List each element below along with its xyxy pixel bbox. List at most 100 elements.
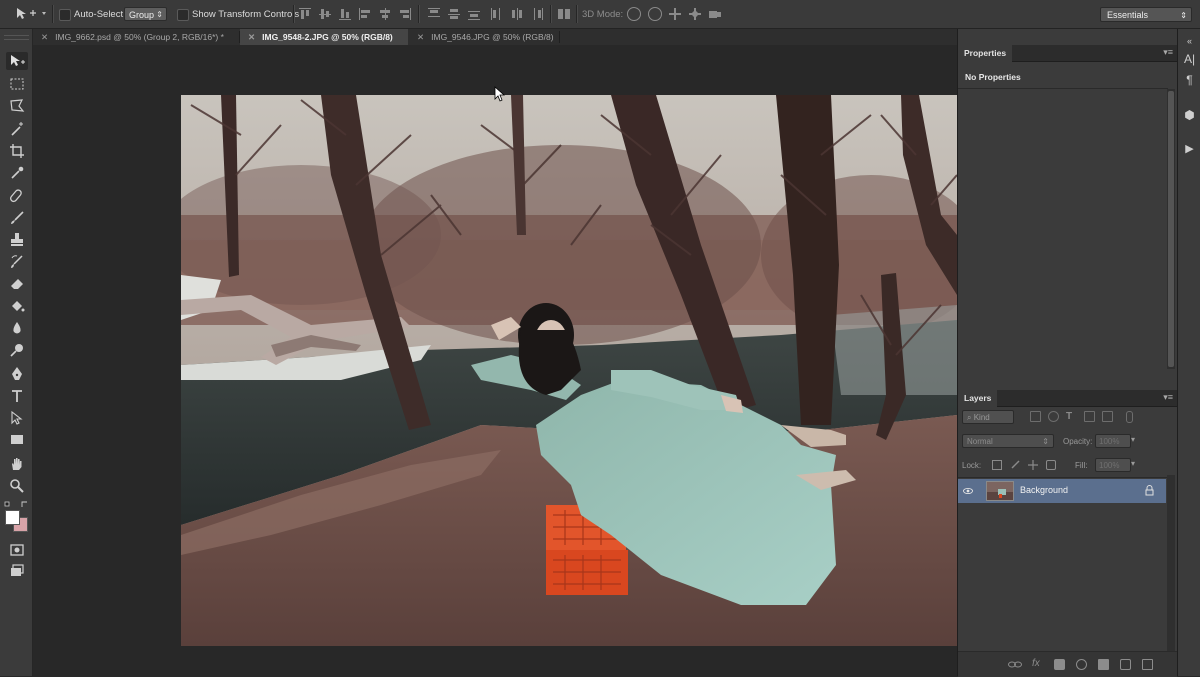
lock-position-icon[interactable] xyxy=(1028,460,1038,470)
hand-tool[interactable] xyxy=(6,455,28,473)
opacity-field[interactable]: 100% xyxy=(1095,434,1131,448)
panel-menu-icon[interactable]: ▾≡ xyxy=(1163,392,1173,403)
align-right-edges-icon[interactable] xyxy=(398,7,412,21)
add-layer-mask-icon[interactable] xyxy=(1054,659,1065,670)
filter-toggle-icon[interactable] xyxy=(1126,411,1133,423)
new-group-folder-icon[interactable] xyxy=(1098,659,1109,670)
eyedropper-tool[interactable] xyxy=(6,164,28,182)
pen-tool[interactable] xyxy=(6,365,28,383)
quick-mask-toggle[interactable] xyxy=(6,541,28,559)
close-tab-icon[interactable]: ✕ xyxy=(248,29,255,45)
opacity-arrow-icon[interactable]: ▾ xyxy=(1131,435,1135,444)
properties-scrollbar[interactable] xyxy=(1167,89,1175,369)
fill-field[interactable]: 100% xyxy=(1095,458,1131,472)
close-tab-icon[interactable]: ✕ xyxy=(41,29,48,45)
link-layers-icon[interactable] xyxy=(1008,659,1022,670)
workspace-value: Essentials xyxy=(1107,10,1149,20)
blend-mode-dropdown[interactable]: Normal ⇕ xyxy=(962,434,1054,448)
layers-tab[interactable]: Layers xyxy=(958,390,998,407)
eye-visibility-icon[interactable] xyxy=(963,486,973,496)
3d-panel-icon[interactable]: ⬢ xyxy=(1183,109,1196,122)
distribute-right-edges-icon[interactable] xyxy=(530,7,544,21)
character-panel-icon[interactable]: A| xyxy=(1183,53,1196,66)
document-image[interactable] xyxy=(181,95,957,646)
3d-pan-icon[interactable] xyxy=(668,7,682,21)
eraser-tool[interactable] xyxy=(6,275,28,293)
3d-slide-icon[interactable] xyxy=(688,7,702,21)
layer-kind-filter[interactable]: ⌕ Kind xyxy=(962,410,1014,424)
tool-preset-picker[interactable] xyxy=(14,5,48,23)
auto-select-checkbox[interactable] xyxy=(59,9,71,21)
distribute-horizontal-centers-icon[interactable] xyxy=(510,7,524,21)
lock-all-icon[interactable] xyxy=(1046,460,1056,470)
3d-rotate-icon[interactable] xyxy=(627,7,641,21)
fill-arrow-icon[interactable]: ▾ xyxy=(1131,459,1135,468)
color-swatches[interactable] xyxy=(4,501,30,535)
foreground-color-swatch[interactable] xyxy=(5,510,20,525)
healing-brush-tool[interactable] xyxy=(6,187,28,205)
scrollbar-thumb[interactable] xyxy=(1168,91,1174,367)
lasso-tool[interactable] xyxy=(6,97,28,115)
brush-tool[interactable] xyxy=(6,209,28,227)
lock-image-pixels-icon[interactable] xyxy=(1010,460,1020,470)
default-and-swap-colors-icon[interactable] xyxy=(4,501,30,509)
collapse-arrows-icon[interactable]: « xyxy=(1183,35,1196,48)
document-tab[interactable]: ✕ IMG_9546.JPG @ 50% (RGB/8) xyxy=(409,29,559,45)
panel-menu-icon[interactable]: ▾≡ xyxy=(1163,47,1173,58)
layers-scrollbar[interactable] xyxy=(1167,475,1175,651)
layers-footer: fx xyxy=(958,651,1177,677)
workspace-switcher[interactable]: Essentials ⇕ xyxy=(1100,7,1192,22)
align-bottom-edges-icon[interactable] xyxy=(338,7,352,21)
paragraph-panel-icon[interactable]: ¶ xyxy=(1183,74,1196,87)
zoom-tool[interactable] xyxy=(6,477,28,495)
type-layer-filter-icon[interactable]: T xyxy=(1066,411,1077,422)
document-canvas-area[interactable] xyxy=(33,45,957,676)
play-actions-icon[interactable]: ▶ xyxy=(1183,143,1196,156)
distribute-vertical-centers-icon[interactable] xyxy=(447,7,461,21)
auto-select-dropdown[interactable]: Group ⇕ xyxy=(124,7,167,21)
layer-row-background[interactable]: Background xyxy=(958,479,1166,503)
align-horizontal-centers-icon[interactable] xyxy=(378,7,392,21)
marquee-tool[interactable] xyxy=(6,75,28,93)
screen-mode-toggle[interactable] xyxy=(6,562,28,580)
distribute-bottom-edges-icon[interactable] xyxy=(467,7,481,21)
layer-name[interactable]: Background xyxy=(1020,485,1068,495)
pixel-layer-filter-icon[interactable] xyxy=(1030,411,1041,422)
eraser-icon xyxy=(11,279,23,289)
layer-thumbnail[interactable] xyxy=(986,481,1014,501)
adjustment-layer-filter-icon[interactable] xyxy=(1048,411,1059,422)
smart-object-filter-icon[interactable] xyxy=(1102,411,1113,422)
document-tab-active[interactable]: ✕ IMG_9548-2.JPG @ 50% (RGB/8) xyxy=(240,29,408,45)
type-tool[interactable] xyxy=(6,387,28,405)
align-top-edges-icon[interactable] xyxy=(298,7,312,21)
layers-list: Background xyxy=(958,477,1168,648)
shape-layer-filter-icon[interactable] xyxy=(1084,411,1095,422)
paint-bucket-tool[interactable] xyxy=(6,297,28,315)
new-adjustment-layer-icon[interactable] xyxy=(1076,659,1087,670)
auto-align-layers-icon[interactable] xyxy=(557,7,571,21)
magic-wand-tool[interactable] xyxy=(6,120,28,138)
path-selection-tool[interactable] xyxy=(6,409,28,427)
blur-tool[interactable] xyxy=(6,319,28,337)
distribute-top-edges-icon[interactable] xyxy=(427,7,441,21)
show-transform-checkbox[interactable] xyxy=(177,9,189,21)
align-vertical-centers-icon[interactable] xyxy=(318,7,332,21)
close-tab-icon[interactable]: ✕ xyxy=(417,29,424,45)
document-tab[interactable]: ✕ IMG_9662.psd @ 50% (Group 2, RGB/16*) * xyxy=(33,29,239,45)
rectangle-tool[interactable] xyxy=(6,431,28,449)
panel-grip[interactable] xyxy=(4,35,29,40)
move-tool[interactable] xyxy=(6,52,28,70)
properties-tab[interactable]: Properties xyxy=(958,45,1013,62)
clone-stamp-tool[interactable] xyxy=(6,231,28,249)
new-layer-icon[interactable] xyxy=(1120,659,1131,670)
delete-layer-trash-icon[interactable] xyxy=(1142,659,1153,670)
lock-transparent-pixels-icon[interactable] xyxy=(992,460,1002,470)
3d-roll-icon[interactable] xyxy=(648,7,662,21)
dodge-tool[interactable] xyxy=(6,341,28,359)
history-brush-tool[interactable] xyxy=(6,253,28,271)
align-left-edges-icon[interactable] xyxy=(358,7,372,21)
layer-style-fx-icon[interactable]: fx xyxy=(1032,658,1040,669)
3d-scale-icon[interactable] xyxy=(708,7,722,21)
distribute-left-edges-icon[interactable] xyxy=(490,7,504,21)
crop-tool[interactable] xyxy=(6,142,28,160)
